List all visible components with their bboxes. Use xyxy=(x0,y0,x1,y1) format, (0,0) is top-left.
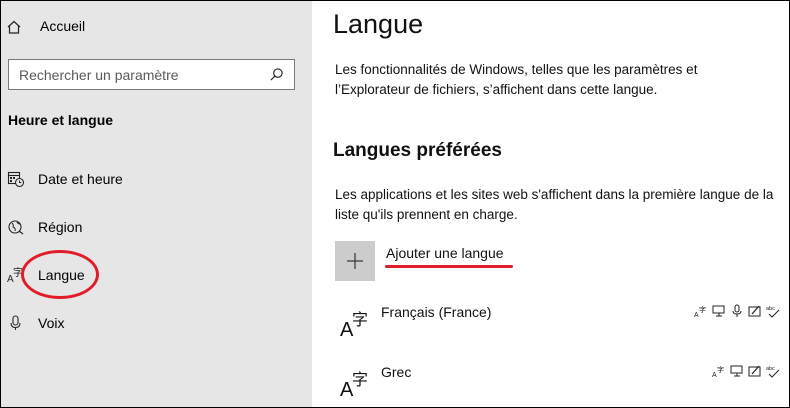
add-language-plus-box[interactable] xyxy=(335,241,375,281)
sidebar: Accueil Rechercher un paramètre Heure et… xyxy=(1,1,312,407)
main-content: Langue Les fonctionnalités de Windows, t… xyxy=(312,1,789,407)
language-name: Grec xyxy=(381,364,412,380)
svg-text:abc: abc xyxy=(766,306,775,312)
svg-text:字: 字 xyxy=(699,305,706,314)
spellcheck-icon: abc xyxy=(766,306,780,318)
sidebar-item-region[interactable]: Région xyxy=(1,212,312,242)
red-highlight-circle xyxy=(21,250,99,299)
language-icon: A 字 xyxy=(340,370,368,400)
display-language-icon: A字 xyxy=(712,365,724,378)
svg-text:字: 字 xyxy=(717,365,724,374)
svg-text:abc: abc xyxy=(766,366,775,372)
search-placeholder: Rechercher un paramètre xyxy=(19,66,179,83)
globe-icon xyxy=(8,220,24,235)
svg-text:字: 字 xyxy=(352,370,368,389)
sidebar-item-label: Région xyxy=(38,219,83,235)
speech-icon xyxy=(712,305,725,317)
page-title: Langue xyxy=(333,9,424,39)
calendar-clock-icon xyxy=(7,171,25,188)
display-language-icon: A字 xyxy=(694,305,706,318)
microphone-icon xyxy=(10,315,21,330)
search-input[interactable]: Rechercher un paramètre xyxy=(8,59,295,90)
display-language-description: Les fonctionnalités de Windows, telles q… xyxy=(335,62,698,97)
sidebar-item-label: Date et heure xyxy=(38,171,123,187)
add-language-button[interactable]: Ajouter une langue xyxy=(335,241,555,281)
sidebar-item-date-time[interactable]: Date et heure xyxy=(1,164,312,194)
language-features: A字 abc xyxy=(712,364,780,378)
language-list-item-french[interactable]: A 字 Français (France) A字 abc xyxy=(335,298,780,348)
svg-text:字: 字 xyxy=(352,310,368,329)
section-title: Heure et langue xyxy=(8,112,114,128)
language-name: Français (France) xyxy=(381,304,492,320)
spellcheck-icon: abc xyxy=(766,366,780,378)
preferred-languages-title: Langues préférées xyxy=(333,140,502,161)
speech-icon xyxy=(730,365,743,377)
sidebar-item-label: Voix xyxy=(38,315,65,331)
home-icon xyxy=(7,20,21,34)
language-icon: A 字 xyxy=(340,310,368,340)
preferred-languages-description: Les applications et les sites web s'affi… xyxy=(335,187,774,222)
microphone-icon xyxy=(732,304,742,317)
red-highlight-underline xyxy=(385,265,513,268)
add-language-label[interactable]: Ajouter une langue xyxy=(386,245,504,261)
home-label: Accueil xyxy=(40,18,86,34)
home-nav-item[interactable]: Accueil xyxy=(6,15,85,39)
plus-icon xyxy=(347,253,363,269)
handwriting-icon xyxy=(748,365,761,377)
language-features: A字 abc xyxy=(694,304,780,318)
language-list-item-greek[interactable]: A 字 Grec A字 abc xyxy=(335,358,780,408)
sidebar-item-voice[interactable]: Voix xyxy=(1,308,312,338)
handwriting-icon xyxy=(748,305,761,317)
search-icon[interactable] xyxy=(269,67,284,82)
